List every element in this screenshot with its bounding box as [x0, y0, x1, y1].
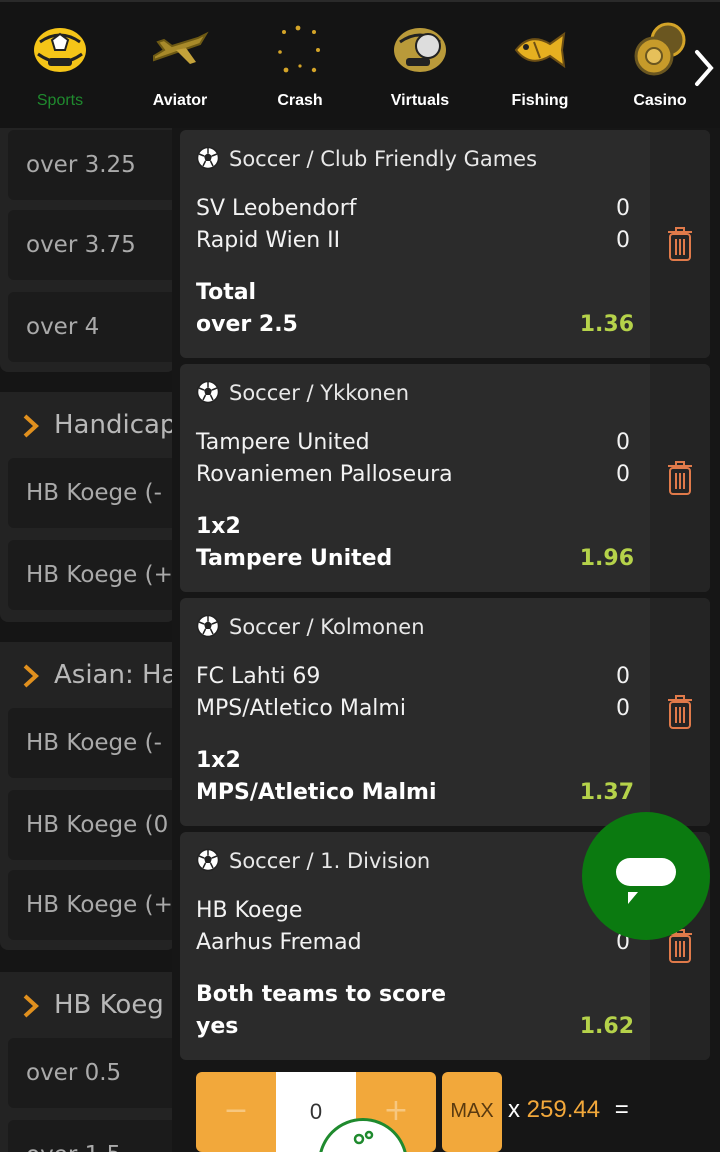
casino-chip-icon — [634, 22, 686, 76]
app-root: Sports Aviator Crash Virtuals Fishing Ca… — [0, 0, 720, 1152]
chevron-right-icon[interactable] — [692, 48, 716, 88]
away-score: 0 — [616, 228, 630, 253]
market-panel-asian-handicap: Asian: Ha HB Koege (- HB Koege (0 HB Koe… — [0, 642, 183, 950]
section-header-handicap[interactable]: Handicap — [0, 394, 175, 456]
nav-label-virtuals: Virtuals — [390, 92, 450, 109]
market-option[interactable]: HB Koege (+ — [8, 870, 183, 940]
stake-controls: − + MAX x 259.44 = — [196, 1072, 720, 1152]
league-label: Soccer / Ykkonen — [196, 380, 409, 405]
max-stake-button[interactable]: MAX — [442, 1072, 502, 1152]
multiply-sign: x — [508, 1096, 520, 1123]
home-team: FC Lahti 69 — [196, 664, 321, 689]
chat-button[interactable] — [582, 812, 710, 940]
league-label: Soccer / Club Friendly Games — [196, 146, 537, 171]
market-option[interactable]: over 3.75 — [8, 210, 183, 280]
market-option[interactable]: HB Koege (0 — [8, 790, 183, 860]
nav-item-aviator[interactable]: Aviator — [120, 2, 240, 130]
selection-name: over 2.5 — [196, 312, 298, 337]
selection-name: MPS/Atletico Malmi — [196, 780, 437, 805]
odds-value: 1.96 — [579, 546, 634, 571]
market-panel-hb-koege: HB Koeg over 0.5 over 1.5 — [0, 972, 183, 1152]
stake-minus-button[interactable]: − — [196, 1072, 276, 1152]
nav-item-fishing[interactable]: Fishing — [480, 2, 600, 130]
nav-label-sports: Sports — [36, 92, 84, 109]
top-nav: Sports Aviator Crash Virtuals Fishing Ca… — [0, 0, 720, 128]
league-text: Soccer / Ykkonen — [229, 381, 410, 405]
away-score: 0 — [616, 696, 630, 721]
market-panel-total: over 3.25 over 3.75 over 4 — [0, 128, 183, 372]
section-header-hb-koege[interactable]: HB Koeg — [0, 974, 175, 1036]
nav-label-casino: Casino — [633, 92, 687, 109]
home-score: 0 — [616, 196, 630, 221]
market-option[interactable]: HB Koege (+ — [8, 540, 183, 610]
sports-ball-icon — [34, 28, 86, 72]
odds-value: 1.36 — [579, 312, 634, 337]
odds-value: 1.37 — [579, 780, 634, 805]
trash-icon[interactable] — [666, 694, 694, 730]
section-title: Handicap — [54, 410, 175, 440]
bet-card: Soccer / Kolmonen FC Lahti 69 0 MPS/Atle… — [180, 598, 710, 826]
dots-icon — [353, 1130, 374, 1145]
away-team: Aarhus Fremad — [196, 930, 362, 955]
chevron-right-icon — [23, 414, 39, 438]
airplane-icon — [153, 31, 209, 64]
home-team: HB Koege — [196, 898, 303, 923]
section-header-asian-handicap[interactable]: Asian: Ha — [0, 644, 175, 706]
soccer-ball-icon — [196, 146, 220, 170]
league-label: Soccer / 1. Division — [196, 848, 430, 873]
league-text: Soccer / Club Friendly Games — [229, 147, 538, 171]
nav-label-crash: Crash — [277, 92, 323, 109]
nav-label-aviator: Aviator — [152, 92, 208, 109]
nav-item-sports[interactable]: Sports — [0, 2, 120, 130]
chat-bubble-icon — [616, 858, 676, 904]
nav-label-fishing: Fishing — [511, 92, 569, 109]
away-score: 0 — [616, 462, 630, 487]
crash-sparkle-icon — [278, 25, 320, 73]
market-option[interactable]: over 0.5 — [8, 1038, 183, 1108]
selection-name: yes — [196, 1014, 239, 1039]
market-option[interactable]: over 4 — [8, 292, 183, 362]
market-panel-handicap: Handicap HB Koege (- HB Koege (+ — [0, 392, 183, 622]
selection-name: Tampere United — [196, 546, 393, 571]
soccer-ball-icon — [196, 380, 220, 404]
trash-icon[interactable] — [666, 226, 694, 262]
market-option[interactable]: over 1.5 — [8, 1120, 183, 1152]
home-score: 0 — [616, 664, 630, 689]
total-odds-display: x 259.44 = — [508, 1096, 629, 1124]
market-option[interactable]: over 3.25 — [8, 130, 183, 200]
section-title: Asian: Ha — [54, 660, 175, 690]
away-team: Rovaniemen Palloseura — [196, 462, 453, 487]
market-name: Total — [196, 280, 257, 305]
chevron-right-icon — [23, 664, 39, 688]
home-score: 0 — [616, 430, 630, 455]
nav-item-virtuals[interactable]: Virtuals — [360, 2, 480, 130]
away-team: Rapid Wien II — [196, 228, 341, 253]
nav-item-crash[interactable]: Crash — [240, 2, 360, 130]
section-title: HB Koeg — [54, 990, 164, 1020]
soccer-ball-icon — [196, 848, 220, 872]
bet-card: Soccer / Ykkonen Tampere United 0 Rovani… — [180, 364, 710, 592]
chevron-right-icon — [23, 994, 39, 1018]
bet-card: Soccer / Club Friendly Games SV Leobendo… — [180, 130, 710, 358]
trash-icon[interactable] — [666, 460, 694, 496]
away-team: MPS/Atletico Malmi — [196, 696, 406, 721]
total-odds-value: 259.44 — [526, 1096, 601, 1123]
league-text: Soccer / Kolmonen — [229, 615, 425, 639]
virtual-ball-icon — [394, 28, 446, 72]
league-text: Soccer / 1. Division — [229, 849, 431, 873]
market-option[interactable]: HB Koege (- — [8, 458, 183, 528]
market-option[interactable]: HB Koege (- — [8, 708, 183, 778]
market-name: 1x2 — [196, 514, 241, 539]
market-name: 1x2 — [196, 748, 241, 773]
odds-value: 1.62 — [579, 1014, 634, 1039]
equals-sign: = — [614, 1096, 629, 1123]
league-label: Soccer / Kolmonen — [196, 614, 425, 639]
bet-slip: Soccer / Club Friendly Games SV Leobendo… — [172, 128, 720, 1152]
fish-icon — [514, 31, 566, 69]
market-name: Both teams to score — [196, 982, 446, 1007]
home-team: SV Leobendorf — [196, 196, 357, 221]
home-team: Tampere United — [196, 430, 370, 455]
soccer-ball-icon — [196, 614, 220, 638]
market-list-background: over 3.25 over 3.75 over 4 Handicap HB K… — [0, 128, 183, 1152]
